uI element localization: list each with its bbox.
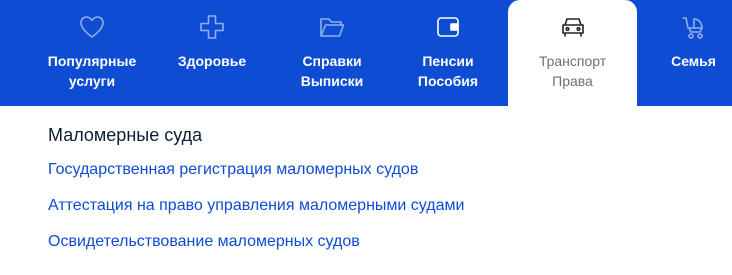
service-link-inspection[interactable]: Освидетельствование маломерных судов — [48, 232, 732, 252]
tab-label: Семья — [671, 53, 716, 69]
service-link-certification[interactable]: Аттестация на право управления маломерны… — [48, 196, 732, 216]
stroller-icon — [679, 12, 709, 42]
tab-certificates[interactable]: Справки Выписки — [282, 0, 382, 106]
folder-icon — [317, 12, 347, 42]
wallet-icon — [433, 12, 463, 42]
medical-cross-icon — [197, 12, 227, 42]
section-title: Маломерные суда — [48, 125, 203, 145]
car-icon — [558, 12, 588, 42]
services-section: Маломерные суда Государственная регистра… — [0, 106, 732, 252]
tab-label: Справки Выписки — [300, 53, 364, 89]
service-links-list: Государственная регистрация маломерных с… — [48, 160, 732, 252]
tab-health[interactable]: Здоровье — [160, 0, 264, 106]
category-nav-bar: Популярные услуги Здоровье Справки Выписки… — [0, 0, 732, 106]
tab-pensions[interactable]: Пенсии Пособия — [400, 0, 496, 106]
tab-label: Пенсии Пособия — [417, 53, 479, 89]
tab-label: Транспорт Права — [538, 53, 607, 89]
tab-label: Здоровье — [177, 53, 247, 69]
tab-family[interactable]: Семья — [655, 0, 732, 106]
tab-popular-services[interactable]: Популярные услуги — [30, 0, 154, 106]
service-link-registration[interactable]: Государственная регистрация маломерных с… — [48, 160, 732, 180]
tab-transport[interactable]: Транспорт Права — [508, 0, 637, 106]
heart-icon — [77, 12, 107, 42]
tab-label: Популярные услуги — [47, 53, 137, 89]
